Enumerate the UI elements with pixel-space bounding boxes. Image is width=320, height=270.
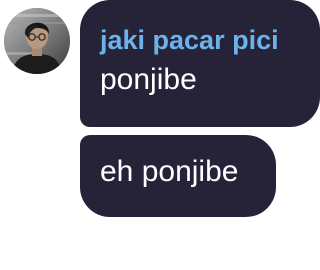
message-bubble-second[interactable]: eh ponjibe [80,135,276,217]
chat-message-group: jaki pacar pici ponjibe eh ponjibe [0,0,320,270]
message-text-first: ponjibe [100,63,197,96]
message-bubble-first[interactable]: jaki pacar pici ponjibe [80,0,320,127]
avatar[interactable] [4,8,70,74]
message-text-second: eh ponjibe [100,155,239,188]
sender-name[interactable]: jaki pacar pici [100,24,320,56]
profile-photo-image [4,8,70,74]
